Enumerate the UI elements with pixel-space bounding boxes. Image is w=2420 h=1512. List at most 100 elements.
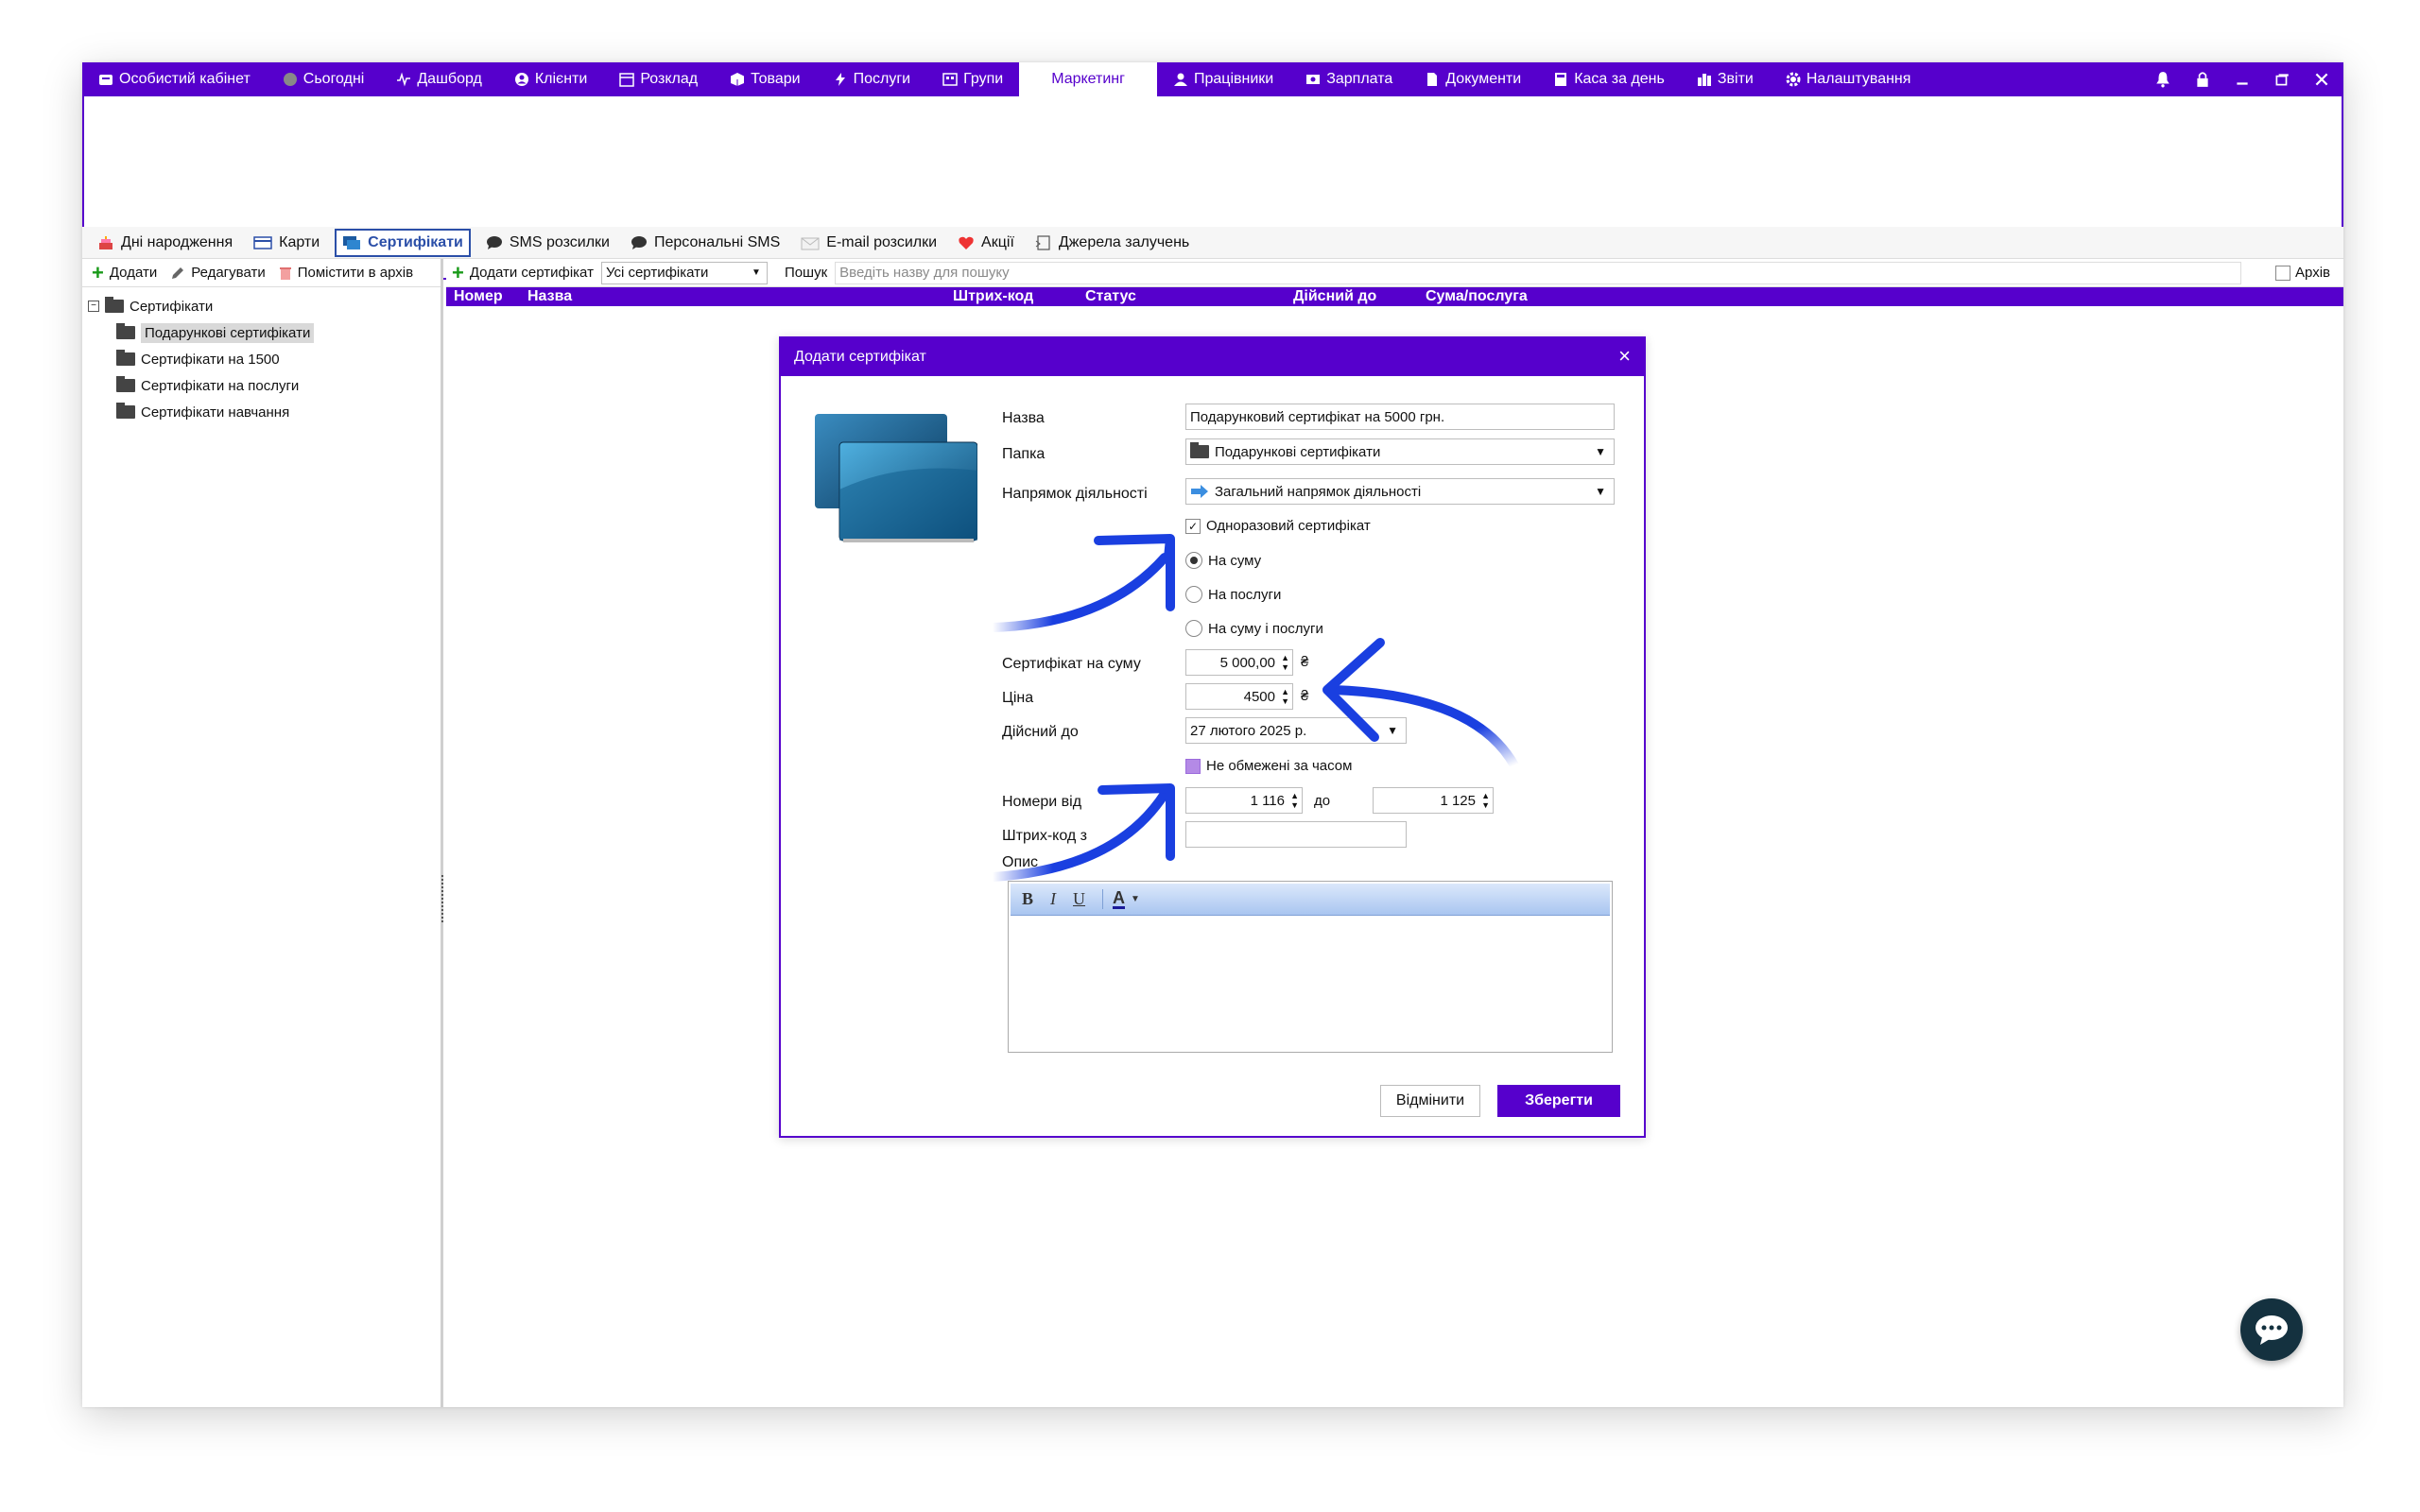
tab-promotions[interactable]: Акції [952,229,1020,257]
nav-item-cash[interactable]: Каса за день [1537,62,1681,96]
button-label: Додати сертифікат [469,265,594,281]
radio-option-sum[interactable]: На суму [1185,552,1261,569]
top-navigation: Особистий кабінет Сьогодні Дашборд Клієн… [82,62,2343,96]
add-folder-button[interactable]: + Додати [92,262,157,284]
tree-item-service-certificates[interactable]: Сертифікати на послуги [82,372,441,399]
chat-bubble-icon [2256,1315,2288,1345]
bold-button[interactable]: B [1022,889,1033,909]
nav-item-label: Розклад [640,71,699,87]
radio-button[interactable] [1185,552,1202,569]
bell-icon[interactable] [2154,71,2171,88]
folder-icon [116,323,135,339]
nav-item-label: Працівники [1193,71,1274,87]
archive-folder-button[interactable]: Помістити в архів [279,265,413,281]
number-to-stepper[interactable]: 1 125 ▲ ▼ [1373,787,1494,814]
lock-icon[interactable] [2194,71,2211,88]
radio-option-sum-and-services[interactable]: На суму і послуги [1185,620,1323,637]
add-certificate-dialog: Додати сертифікат × Назва Подарунковий с… [779,336,1646,1138]
nav-item-schedule[interactable]: Розклад [603,62,714,96]
stepper-arrows-icon[interactable]: ▲ ▼ [1481,791,1490,810]
radio-option-services[interactable]: На послуги [1185,586,1281,603]
tree-root[interactable]: − Сертифікати [82,293,441,319]
tab-certificates[interactable]: Сертифікати [335,228,471,257]
minimize-icon[interactable] [2234,71,2251,88]
nav-item-label: Зарплата [1326,71,1393,87]
archive-checkbox[interactable] [2275,265,2291,281]
folder-icon [116,350,135,366]
nav-item-salary[interactable]: Зарплата [1289,62,1409,96]
nav-item-today[interactable]: Сьогодні [267,62,381,96]
underline-button[interactable]: U [1073,889,1085,909]
cancel-button[interactable]: Відмінити [1380,1085,1480,1117]
close-icon[interactable] [2313,71,2330,88]
tab-personal-sms[interactable]: Персональні SMS [625,229,786,257]
nav-item-label: Групи [963,71,1004,87]
stepper-arrows-icon[interactable]: ▲ ▼ [1281,687,1289,706]
price-stepper[interactable]: 4500 ▲ ▼ [1185,683,1293,710]
edit-folder-button[interactable]: Редагувати [170,265,266,281]
archive-toggle[interactable]: Архів [2275,265,2343,281]
font-color-button[interactable]: A ▼ [1102,889,1140,909]
tab-email-mailing[interactable]: E-mail розсилки [795,229,942,257]
chevron-down-icon: ▼ [1595,485,1606,498]
nav-item-documents[interactable]: Документи [1409,62,1537,96]
close-icon[interactable]: × [1618,344,1631,369]
tab-label: Персональні SMS [653,233,781,250]
tree-item-gift-certificates[interactable]: Подарункові сертифікати [82,319,441,346]
stepper-arrows-icon[interactable]: ▲ ▼ [1290,791,1299,810]
name-field[interactable]: Подарунковий сертифікат на 5000 грн. [1185,404,1615,430]
save-button[interactable]: Зберегти [1497,1085,1620,1117]
nav-item-label: Налаштування [1806,71,1911,87]
restore-icon[interactable] [2273,71,2290,88]
column-header-number[interactable]: Номер [454,288,503,305]
tab-sources[interactable]: Джерела залучень [1029,229,1195,257]
nav-item-label: Звіти [1717,71,1754,87]
direction-select[interactable]: Загальний напрямок діяльності ▼ [1185,478,1615,505]
chevron-down-icon: ▼ [752,267,761,278]
column-header-barcode[interactable]: Штрих-код [953,288,1033,305]
certificate-filter-select[interactable]: Усі сертифікати ▼ [600,261,768,284]
chat-button[interactable] [2240,1298,2303,1361]
nav-item-services[interactable]: Послуги [817,62,927,96]
valid-until-datepicker[interactable]: 27 лютого 2025 р. ▼ [1185,717,1407,744]
nav-item-marketing[interactable]: Маркетинг [1019,62,1157,96]
nav-item-goods[interactable]: Товари [714,62,816,96]
unlimited-time-option[interactable]: Не обмежені за часом [1185,758,1352,774]
column-header-status[interactable]: Статус [1085,288,1136,305]
search-input[interactable]: Введіть назву для пошуку [835,261,2242,284]
nav-item-cabinet[interactable]: Особистий кабінет [82,62,267,96]
stepper-arrows-icon[interactable]: ▲ ▼ [1281,653,1289,672]
italic-button[interactable]: I [1050,889,1056,909]
tree-item-training-certificates[interactable]: Сертифікати навчання [82,399,441,425]
folder-select[interactable]: Подарункові сертифікати ▼ [1185,438,1615,465]
description-editor[interactable]: B I U A ▼ [1008,881,1613,1053]
barcode-field[interactable] [1185,821,1407,848]
nav-item-clients[interactable]: Клієнти [498,62,603,96]
panel-splitter[interactable] [441,875,444,922]
tab-birthdays[interactable]: Дні народження [92,229,238,257]
add-certificate-button[interactable]: + Додати сертифікат [452,262,594,284]
direction-label: Напрямок діяльності [1002,486,1148,502]
nav-item-dashboard[interactable]: Дашборд [380,62,498,96]
tree-item-certificates-1500[interactable]: Сертифікати на 1500 [82,346,441,372]
collapse-icon[interactable]: − [88,301,99,312]
nav-item-reports[interactable]: Звіти [1681,62,1770,96]
column-header-sum-service[interactable]: Сума/послуга [1426,288,1528,305]
person-icon [1173,73,1187,86]
one-time-checkbox[interactable]: ✓ [1185,518,1201,534]
folder-toolbar: + Додати Редагувати Помістити в архів [82,259,441,287]
nav-item-groups[interactable]: Групи [926,62,1019,96]
unlimited-time-checkbox[interactable] [1185,758,1201,774]
one-time-option[interactable]: ✓ Одноразовий сертифікат [1185,518,1371,534]
radio-button[interactable] [1185,586,1202,603]
number-from-stepper[interactable]: 1 116 ▲ ▼ [1185,787,1303,814]
nav-item-label: Документи [1445,71,1522,87]
nav-item-settings[interactable]: Налаштування [1770,62,1927,96]
column-header-valid-until[interactable]: Дійсний до [1293,288,1376,305]
radio-button[interactable] [1185,620,1202,637]
column-header-name[interactable]: Назва [527,288,572,305]
tab-sms-mailing[interactable]: SMS розсилки [480,229,615,257]
tab-cards[interactable]: Карти [248,229,325,257]
nav-item-employees[interactable]: Працівники [1157,62,1289,96]
cert-sum-stepper[interactable]: 5 000,00 ▲ ▼ [1185,649,1293,676]
